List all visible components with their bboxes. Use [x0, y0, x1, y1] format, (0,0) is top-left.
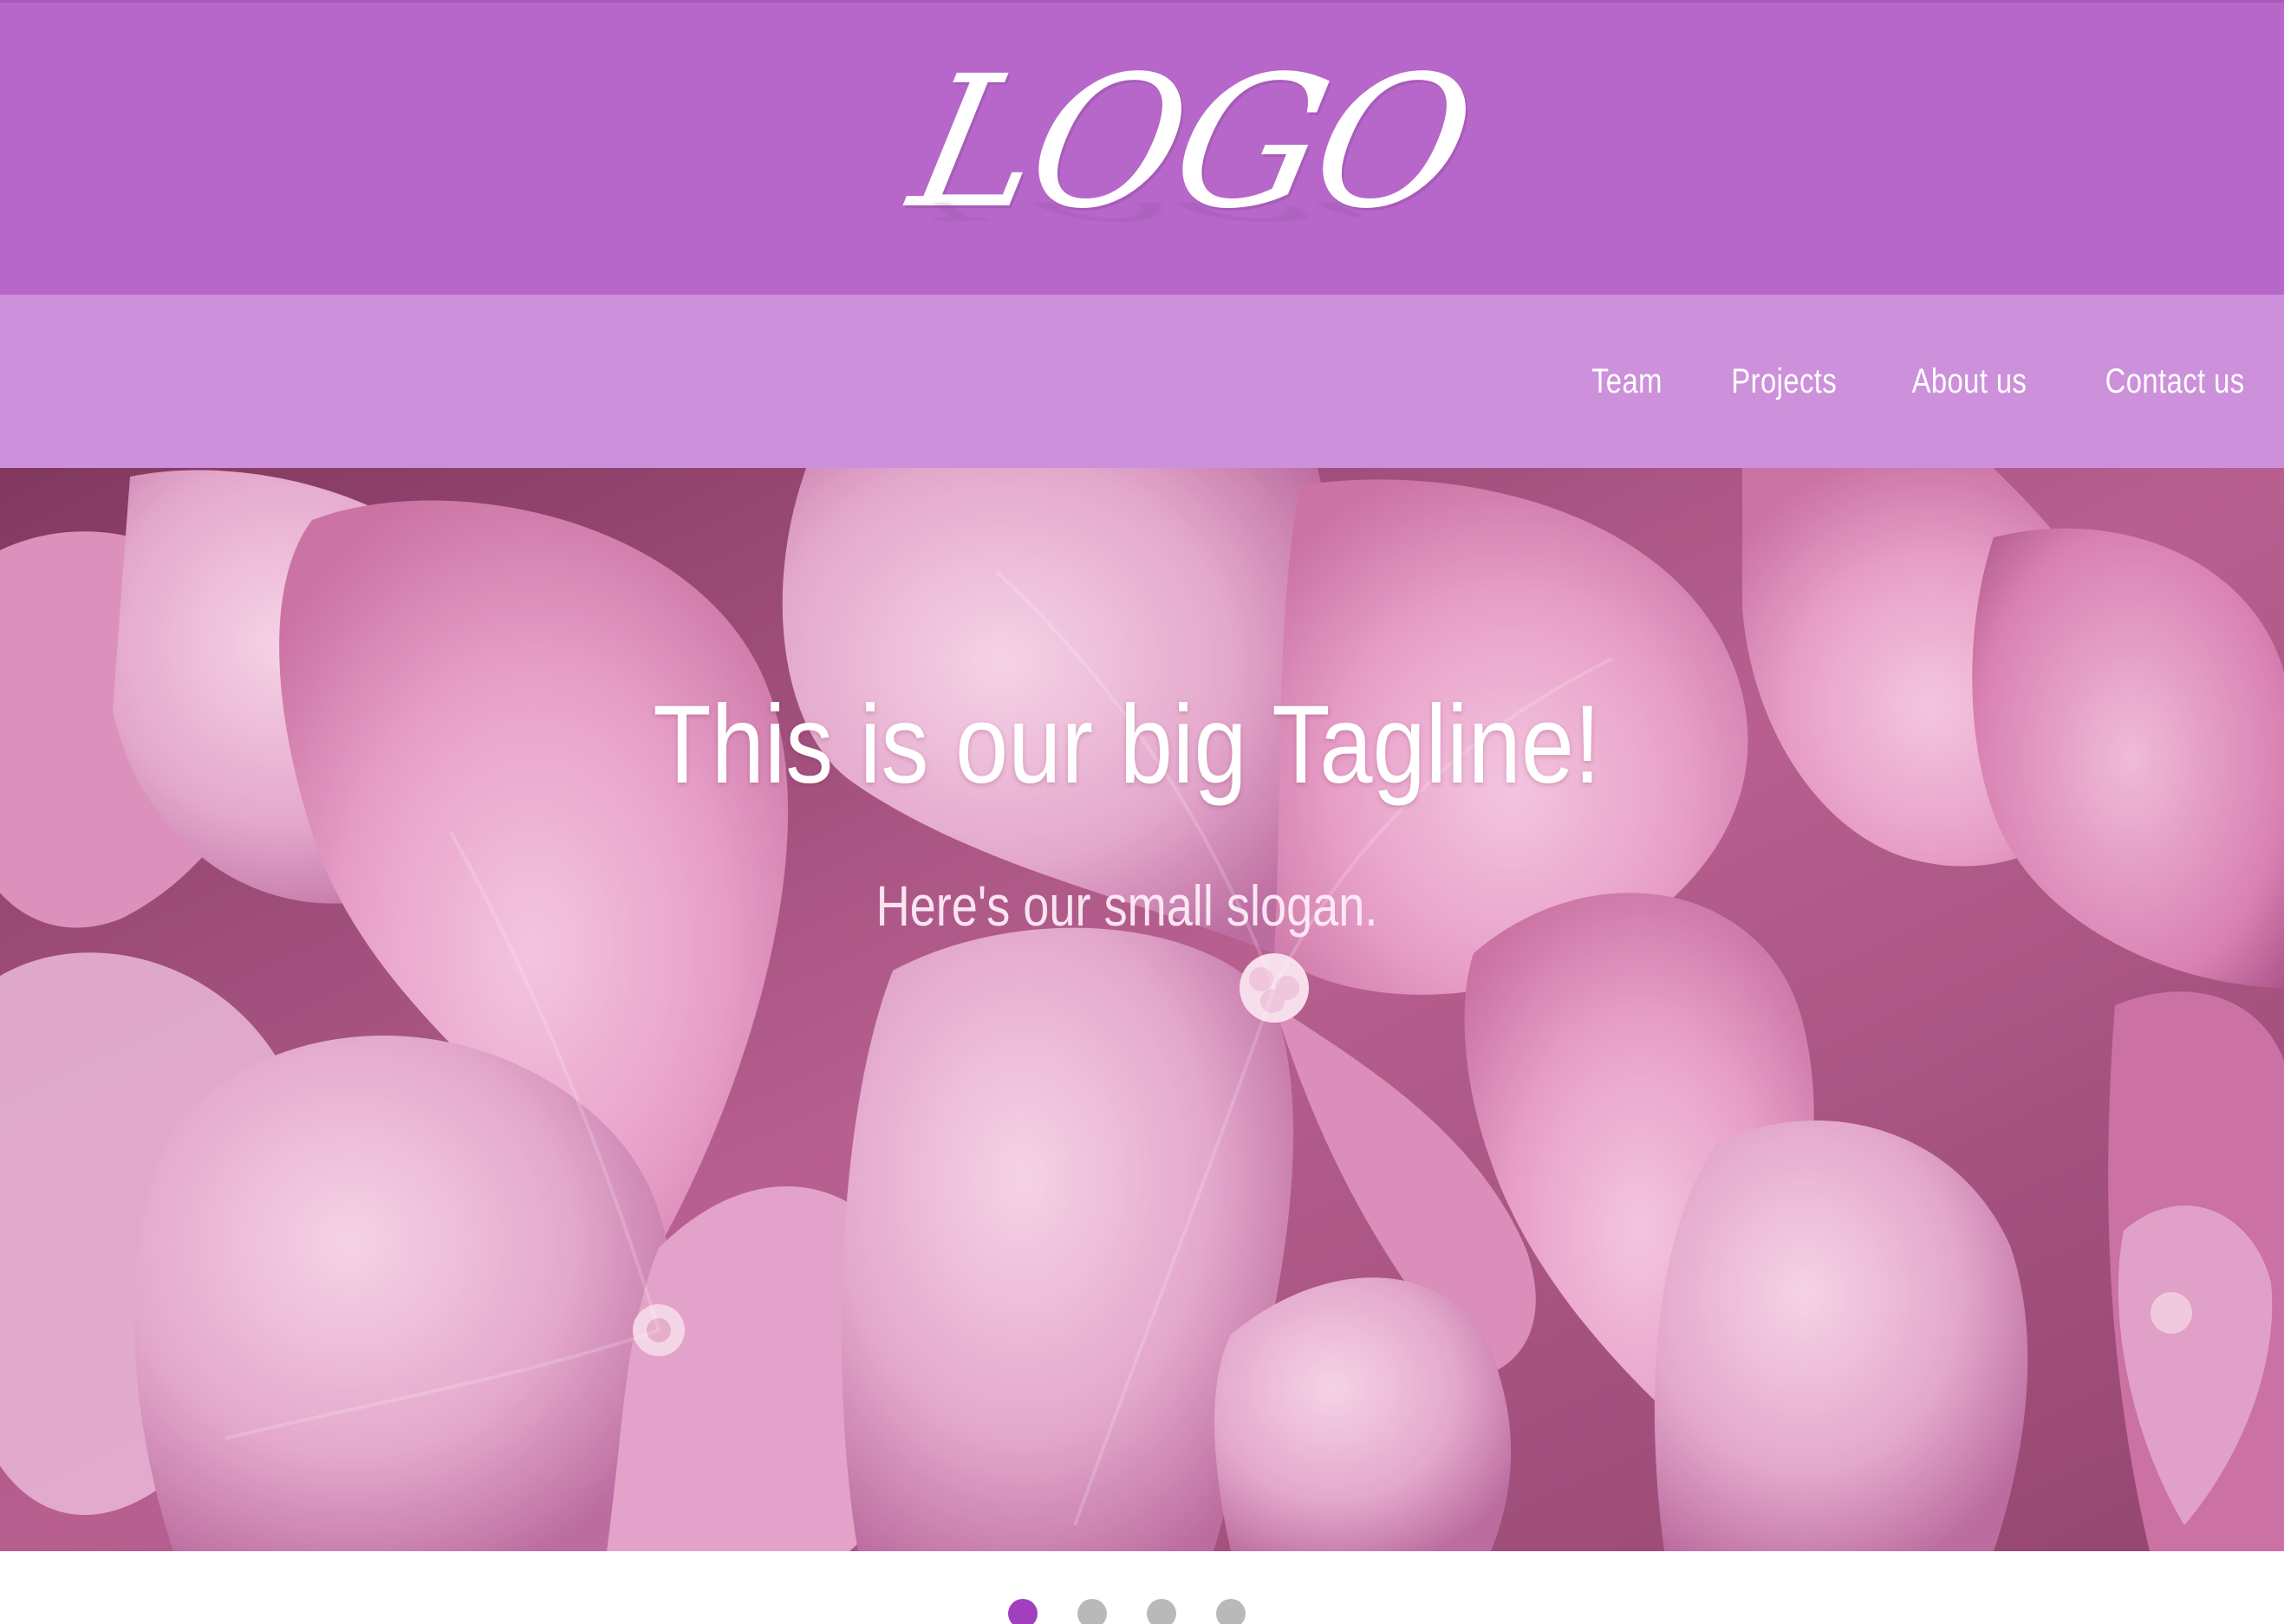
page: LOGO LOGO Team Projects About us Contact… [0, 0, 2284, 1624]
carousel-dot-1-active[interactable] [1008, 1599, 1038, 1624]
logo-reflection: LOGO [902, 203, 1370, 231]
nav-item-about-us[interactable]: About us [1911, 360, 2027, 403]
nav-bar: Team Projects About us Contact us [0, 295, 2284, 468]
carousel-dot-2[interactable] [1077, 1599, 1107, 1624]
hero-slider: This is our big Tagline! Here's our smal… [0, 468, 2284, 1551]
site-header: LOGO LOGO [0, 0, 2284, 295]
nav-list: Team Projects About us Contact us [1584, 295, 2260, 468]
carousel-indicators [1008, 1599, 1246, 1624]
carousel-dot-3[interactable] [1147, 1599, 1176, 1624]
nav-item-contact-us[interactable]: Contact us [2105, 360, 2244, 403]
hero-slogan: Here's our small slogan. [875, 874, 1378, 938]
nav-item-team[interactable]: Team [1591, 360, 1663, 403]
logo[interactable]: LOGO LOGO [896, 36, 1486, 282]
nav-item-projects[interactable]: Projects [1732, 360, 1838, 403]
carousel-dot-4[interactable] [1216, 1599, 1246, 1624]
hero-flower-image [0, 468, 2284, 1551]
hero-tagline: This is our big Tagline! [653, 683, 1601, 807]
